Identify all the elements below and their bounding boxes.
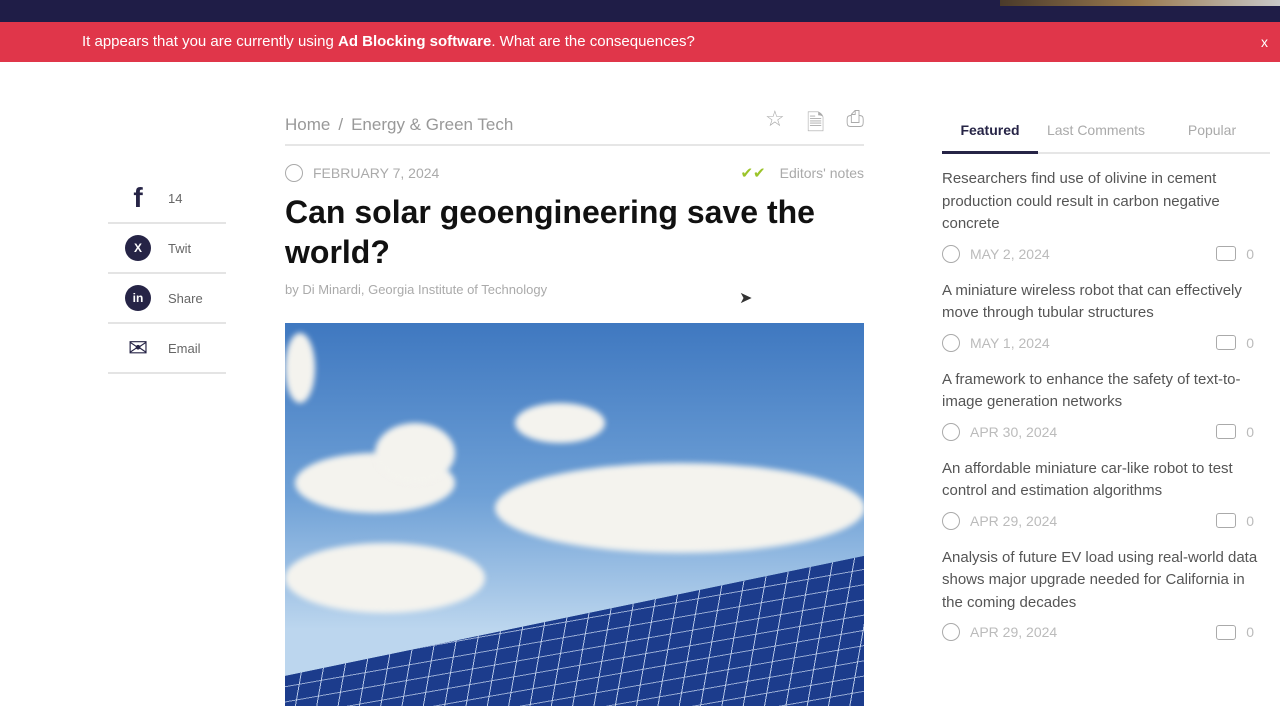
sidebar-tabs: Featured Last Comments Popular — [942, 112, 1270, 154]
comment-count: 0 — [1246, 512, 1254, 529]
clock-icon — [285, 164, 303, 182]
check-icon: ✔✔ — [740, 165, 766, 182]
clock-icon — [942, 422, 960, 441]
clock-icon — [942, 244, 960, 263]
comment-count: 0 — [1246, 423, 1254, 440]
share-x-label: Twit — [168, 240, 192, 256]
sidebar-article[interactable]: Analysis of future EV load using real-wo… — [942, 533, 1270, 645]
comment-count: 0 — [1246, 334, 1254, 351]
linkedin-icon: in — [125, 285, 151, 311]
sidebar-article[interactable]: Researchers find use of olivine in cemen… — [942, 154, 1270, 266]
article-title: Can solar geoengineering save the world? — [285, 194, 815, 270]
sidebar-article-date: MAY 1, 2024 — [970, 334, 1050, 351]
share-x[interactable]: X Twit — [108, 224, 226, 274]
sidebar-article-title[interactable]: A framework to enhance the safety of tex… — [942, 369, 1264, 414]
sidebar-article-title[interactable]: A miniature wireless robot that can effe… — [942, 280, 1264, 325]
sidebar-article-title[interactable]: Analysis of future EV load using real-wo… — [942, 547, 1264, 615]
comment-icon — [1216, 246, 1237, 261]
sidebar-article[interactable]: A framework to enhance the safety of tex… — [942, 355, 1270, 444]
x-icon: X — [125, 235, 151, 261]
comment-count: 0 — [1246, 245, 1254, 262]
comment-icon — [1216, 624, 1237, 640]
tab-featured[interactable]: Featured — [942, 112, 1038, 154]
sidebar-article-date: APR 29, 2024 — [970, 624, 1058, 640]
sidebar-article-title[interactable]: An affordable miniature car-like robot t… — [942, 458, 1264, 503]
video-thumbnail — [1000, 0, 1280, 6]
star-icon[interactable]: ☆ — [765, 106, 785, 144]
article-date: FEBRUARY 7, 2024 — [313, 165, 440, 181]
close-icon[interactable]: x — [1261, 22, 1268, 62]
editors-notes[interactable]: Editors' notes — [780, 165, 864, 181]
sidebar-article-title[interactable]: Researchers find use of olivine in cemen… — [942, 168, 1264, 236]
comment-icon — [1216, 424, 1237, 439]
article-byline: by Di Minardi, Georgia Institute of Tech… — [285, 282, 548, 297]
facebook-icon: f — [133, 182, 143, 213]
sidebar: Featured Last Comments Popular Researche… — [942, 112, 1270, 644]
clock-icon — [942, 623, 960, 641]
pdf-icon[interactable]: 🗎 — [807, 106, 825, 144]
share-facebook-count: 14 — [168, 190, 183, 206]
share-facebook[interactable]: f 14 — [108, 174, 226, 224]
breadcrumb-category[interactable]: Energy & Green Tech — [351, 115, 513, 135]
adblock-text: It appears that you are currently using — [82, 33, 338, 50]
article-image — [285, 323, 864, 706]
sidebar-article-date: APR 30, 2024 — [970, 423, 1058, 440]
clock-icon — [942, 511, 960, 530]
tab-popular[interactable]: Popular — [1154, 112, 1270, 152]
share-email[interactable]: ✉ Email — [108, 324, 226, 374]
comment-count: 0 — [1246, 624, 1254, 640]
tab-last-comments[interactable]: Last Comments — [1038, 112, 1154, 152]
clock-icon — [942, 333, 960, 352]
email-icon: ✉ — [127, 334, 149, 362]
sidebar-article[interactable]: An affordable miniature car-like robot t… — [942, 444, 1270, 533]
adblock-consequences[interactable]: . What are the consequences? — [491, 33, 694, 50]
share-bar: f 14 X Twit in Share ✉ Email — [108, 174, 226, 374]
comment-icon — [1216, 513, 1237, 528]
adblock-banner: It appears that you are currently using … — [0, 22, 1280, 62]
sidebar-article[interactable]: A miniature wireless robot that can effe… — [942, 266, 1270, 355]
breadcrumb-separator: / — [338, 115, 344, 134]
sidebar-article-date: APR 29, 2024 — [970, 512, 1058, 529]
adblock-link[interactable]: Ad Blocking software — [338, 33, 491, 50]
mouse-cursor: ➤ — [739, 290, 753, 307]
print-icon[interactable]: ⎙ — [846, 106, 864, 144]
share-linkedin-label: Share — [168, 290, 203, 306]
breadcrumb-home[interactable]: Home — [285, 115, 330, 135]
share-linkedin[interactable]: in Share — [108, 274, 226, 324]
top-nav-bar — [0, 0, 1280, 22]
comment-icon — [1216, 335, 1237, 350]
share-email-label: Email — [168, 340, 201, 356]
article: Home / Energy & Green Tech ☆ 🗎 ⎙ FEBRUARY 7,… — [285, 106, 864, 706]
sidebar-article-date: MAY 2, 2024 — [970, 245, 1050, 262]
breadcrumb: Home / Energy & Green Tech ☆ 🗎 ⎙ — [285, 106, 864, 146]
